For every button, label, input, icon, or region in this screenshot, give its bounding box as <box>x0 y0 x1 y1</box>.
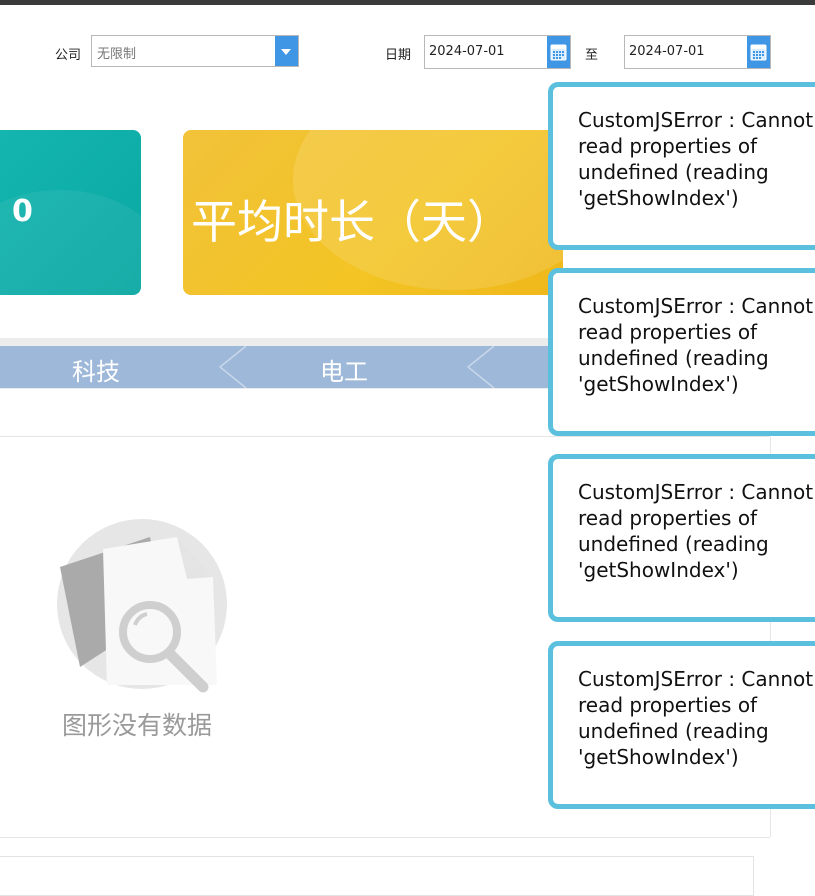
error-toast[interactable]: CustomJSError : Cannot read properties o… <box>548 454 815 622</box>
stat-card-avg-duration: 平均时长（天） <box>183 130 563 295</box>
chevron-separator-icon <box>466 346 496 388</box>
calendar-icon[interactable] <box>747 36 770 68</box>
chevron-down-icon[interactable] <box>275 36 298 66</box>
no-data-search-icon <box>57 519 227 693</box>
chevron-separator-icon <box>218 346 248 388</box>
company-label: 公司 <box>55 48 82 63</box>
tab-keji[interactable]: 科技 <box>72 352 120 387</box>
calendar-icon[interactable] <box>547 36 570 68</box>
date-label: 日期 <box>385 48 412 63</box>
tab-diangong[interactable]: 电工 <box>320 352 368 387</box>
to-label: 至 <box>585 48 599 63</box>
error-toast[interactable]: CustomJSError : Cannot read properties o… <box>548 641 815 809</box>
stat-card-title: 平均时长（天） <box>191 195 513 249</box>
bottom-panel <box>0 856 754 896</box>
date-to-input[interactable]: 2024-07-01 <box>624 35 771 69</box>
stat-card-value: 0 <box>12 194 33 229</box>
top-bar <box>0 0 815 5</box>
company-select[interactable]: 无限制 <box>91 35 299 67</box>
date-to-value: 2024-07-01 <box>629 44 705 59</box>
company-select-value: 无限制 <box>97 47 137 62</box>
error-toast[interactable]: CustomJSError : Cannot read properties o… <box>548 268 815 436</box>
section-divider <box>0 837 770 838</box>
stat-card-count: 0 <box>0 130 141 295</box>
date-from-value: 2024-07-01 <box>429 44 505 59</box>
section-divider <box>0 436 770 437</box>
date-from-input[interactable]: 2024-07-01 <box>424 35 571 69</box>
empty-state-message: 图形没有数据 <box>62 711 213 740</box>
error-toast[interactable]: CustomJSError : Cannot read properties o… <box>548 82 815 250</box>
